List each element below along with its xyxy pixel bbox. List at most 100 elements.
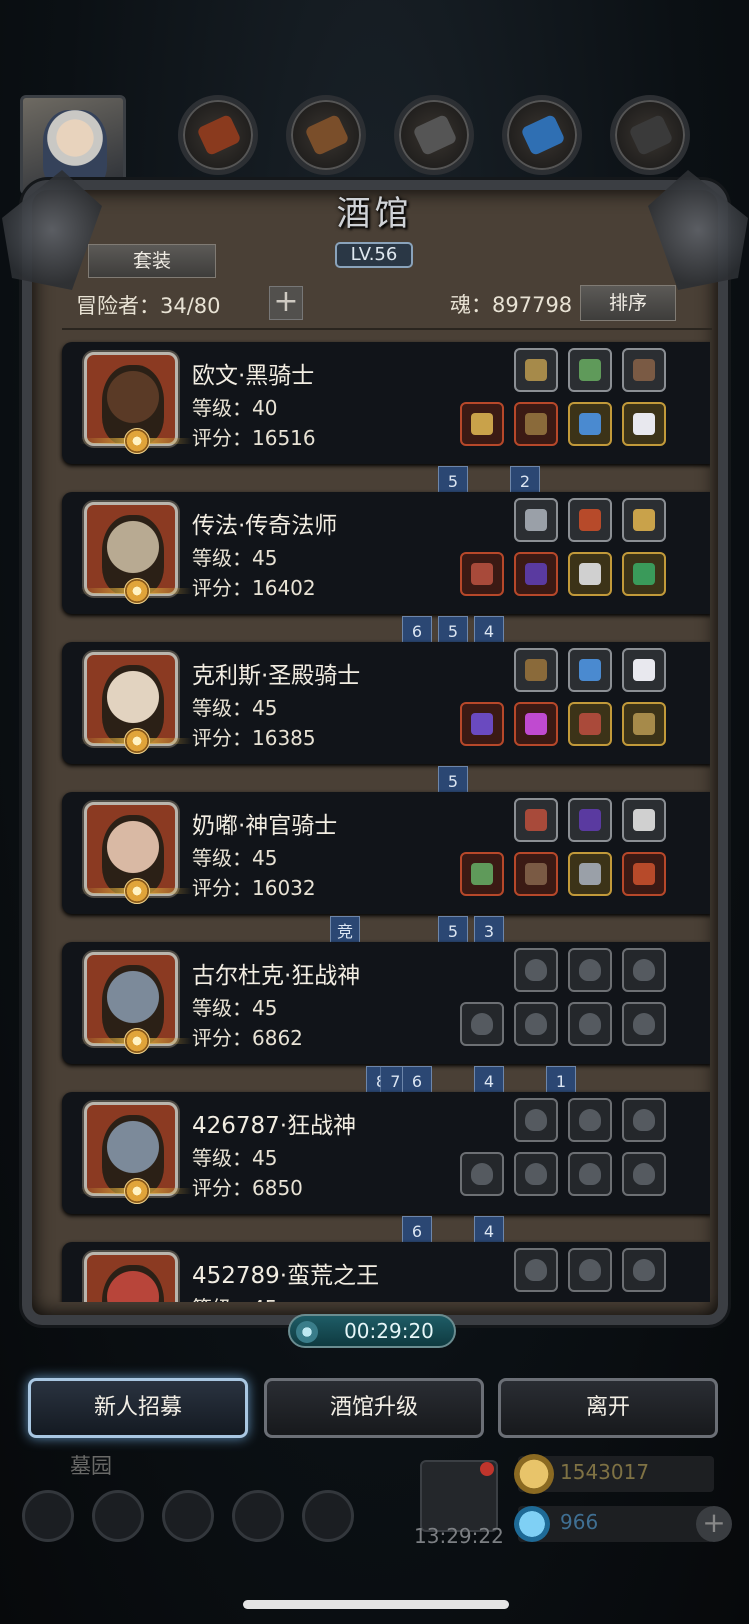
add-currency-button[interactable]: + — [696, 1506, 732, 1542]
gear-slot[interactable] — [622, 1152, 666, 1196]
equipment-slot[interactable] — [568, 348, 612, 392]
wood-resource[interactable] — [286, 95, 366, 175]
hero-level: 等级：45 — [192, 1146, 278, 1170]
gem-icon — [514, 1506, 550, 1542]
gear-slot[interactable] — [622, 852, 666, 896]
dock-icon-4[interactable] — [232, 1490, 284, 1542]
hero-name: 452789·蛮荒之王 — [192, 1263, 380, 1289]
hero-level: 等级：45 — [192, 1292, 277, 1302]
gear-slot[interactable] — [514, 852, 558, 896]
hero-score: 评分：16516 — [192, 426, 316, 450]
gear-slot[interactable] — [568, 702, 612, 746]
gear-slot[interactable] — [568, 402, 612, 446]
sort-button[interactable]: 排序 — [580, 285, 676, 321]
equipment-slot[interactable] — [514, 798, 558, 842]
rank-medal-icon — [80, 428, 192, 454]
panel-title: 酒馆 — [336, 194, 413, 234]
equipment-slot[interactable] — [622, 498, 666, 542]
hero-level: 等级：40 — [192, 396, 278, 420]
equipment-slot[interactable] — [568, 798, 612, 842]
equipment-slot[interactable] — [514, 1248, 558, 1292]
equipment-slot[interactable] — [622, 948, 666, 992]
set-button[interactable]: 套装 — [88, 244, 216, 278]
equipment-slot[interactable] — [568, 948, 612, 992]
hero-card[interactable]: 古尔杜克·狂战神 等级：45 评分：6862 — [62, 942, 710, 1064]
gear-slot[interactable] — [568, 552, 612, 596]
hero-list[interactable]: 欧文·黑骑士 等级：40 评分：16516 5 2 传法·传奇法师 等级：45 评分：1640… — [38, 332, 710, 1302]
leave-button[interactable]: 离开 — [498, 1378, 718, 1438]
equipment-slot[interactable] — [622, 798, 666, 842]
gear-slot[interactable] — [622, 552, 666, 596]
hero-card[interactable]: 传法·传奇法师 等级：45 评分：16402 — [62, 492, 710, 614]
dock-icon-1[interactable] — [22, 1490, 74, 1542]
crystal-resource[interactable] — [502, 95, 582, 175]
gear-slot[interactable] — [622, 702, 666, 746]
equipment-slot[interactable] — [622, 348, 666, 392]
gear-slot[interactable] — [460, 552, 504, 596]
equipment-slot[interactable] — [568, 1248, 612, 1292]
hero-card[interactable]: 452789·蛮荒之王等级：45评分：6800 — [62, 1242, 710, 1302]
gear-slot[interactable] — [568, 1152, 612, 1196]
equipment-slot[interactable] — [514, 348, 558, 392]
equipment-slot[interactable] — [568, 498, 612, 542]
gear-slot[interactable] — [568, 852, 612, 896]
gear-slot[interactable] — [514, 402, 558, 446]
hero-score: 评分：16032 — [192, 876, 316, 900]
notification-dot — [480, 1462, 494, 1476]
upgrade-tavern-button[interactable]: 酒馆升级 — [264, 1378, 484, 1438]
hero-portrait[interactable] — [84, 1252, 178, 1302]
equipment-slot[interactable] — [568, 1098, 612, 1142]
hero-card[interactable]: 欧文·黑骑士 等级：40 评分：16516 — [62, 342, 710, 464]
hero-card[interactable]: 426787·狂战神 等级：45 评分：6850 — [62, 1092, 710, 1214]
equipment-slot[interactable] — [622, 648, 666, 692]
hero-score: 评分：6862 — [192, 1026, 303, 1050]
recruit-button[interactable]: 新人招募 — [28, 1378, 248, 1438]
iron-icon — [628, 113, 674, 157]
gear-slot[interactable] — [460, 1002, 504, 1046]
hero-name: 古尔杜克·狂战神 — [192, 963, 361, 989]
equipment-slot[interactable] — [622, 1248, 666, 1292]
rank-medal-icon — [80, 728, 192, 754]
gear-slot[interactable] — [514, 1002, 558, 1046]
hero-card[interactable]: 奶嘟·神官骑士 等级：45 评分：16032 — [62, 792, 710, 914]
gear-slot[interactable] — [460, 402, 504, 446]
equipment-slot[interactable] — [568, 648, 612, 692]
gear-slot[interactable] — [622, 402, 666, 446]
hero-card[interactable]: 克利斯·圣殿骑士 等级：45 评分：16385 — [62, 642, 710, 764]
rank-medal-icon — [80, 578, 192, 604]
add-adventurer-slot-button[interactable]: + — [269, 286, 303, 320]
dock-icon-5[interactable] — [302, 1490, 354, 1542]
adventurer-count: 冒险者：34/80 — [76, 294, 221, 318]
hero-score: 评分：16385 — [192, 726, 316, 750]
tavern-level-badge: LV.56 — [335, 242, 413, 268]
clock-icon — [296, 1321, 318, 1343]
hero-score: 评分：6850 — [192, 1176, 303, 1200]
gear-slot[interactable] — [568, 1002, 612, 1046]
graveyard-label[interactable]: 墓园 — [70, 1450, 112, 1480]
gear-slot[interactable] — [514, 1152, 558, 1196]
divider — [62, 328, 712, 330]
equipment-slot[interactable] — [514, 948, 558, 992]
gear-slot[interactable] — [460, 1152, 504, 1196]
stone-resource[interactable] — [394, 95, 474, 175]
gear-slot[interactable] — [514, 702, 558, 746]
equipment-slot[interactable] — [514, 1098, 558, 1142]
gear-slot[interactable] — [514, 552, 558, 596]
soul-count: 魂：897798 — [450, 293, 573, 317]
meat-resource[interactable] — [178, 95, 258, 175]
iron-resource[interactable] — [610, 95, 690, 175]
equipment-slot[interactable] — [514, 498, 558, 542]
equipment-slot[interactable] — [622, 1098, 666, 1142]
gold-counter: 1543017 — [514, 1454, 714, 1494]
gear-slot[interactable] — [460, 852, 504, 896]
dock-icon-3[interactable] — [162, 1490, 214, 1542]
dock-icon-2[interactable] — [92, 1490, 144, 1542]
gear-slot[interactable] — [460, 702, 504, 746]
equipment-slot[interactable] — [514, 648, 558, 692]
gear-slot[interactable] — [622, 1002, 666, 1046]
home-indicator — [243, 1600, 509, 1609]
crystal-icon — [520, 113, 566, 157]
hero-level: 等级：45 — [192, 996, 278, 1020]
gem-counter: 966 — [514, 1506, 714, 1542]
hero-name: 奶嘟·神官骑士 — [192, 813, 338, 839]
